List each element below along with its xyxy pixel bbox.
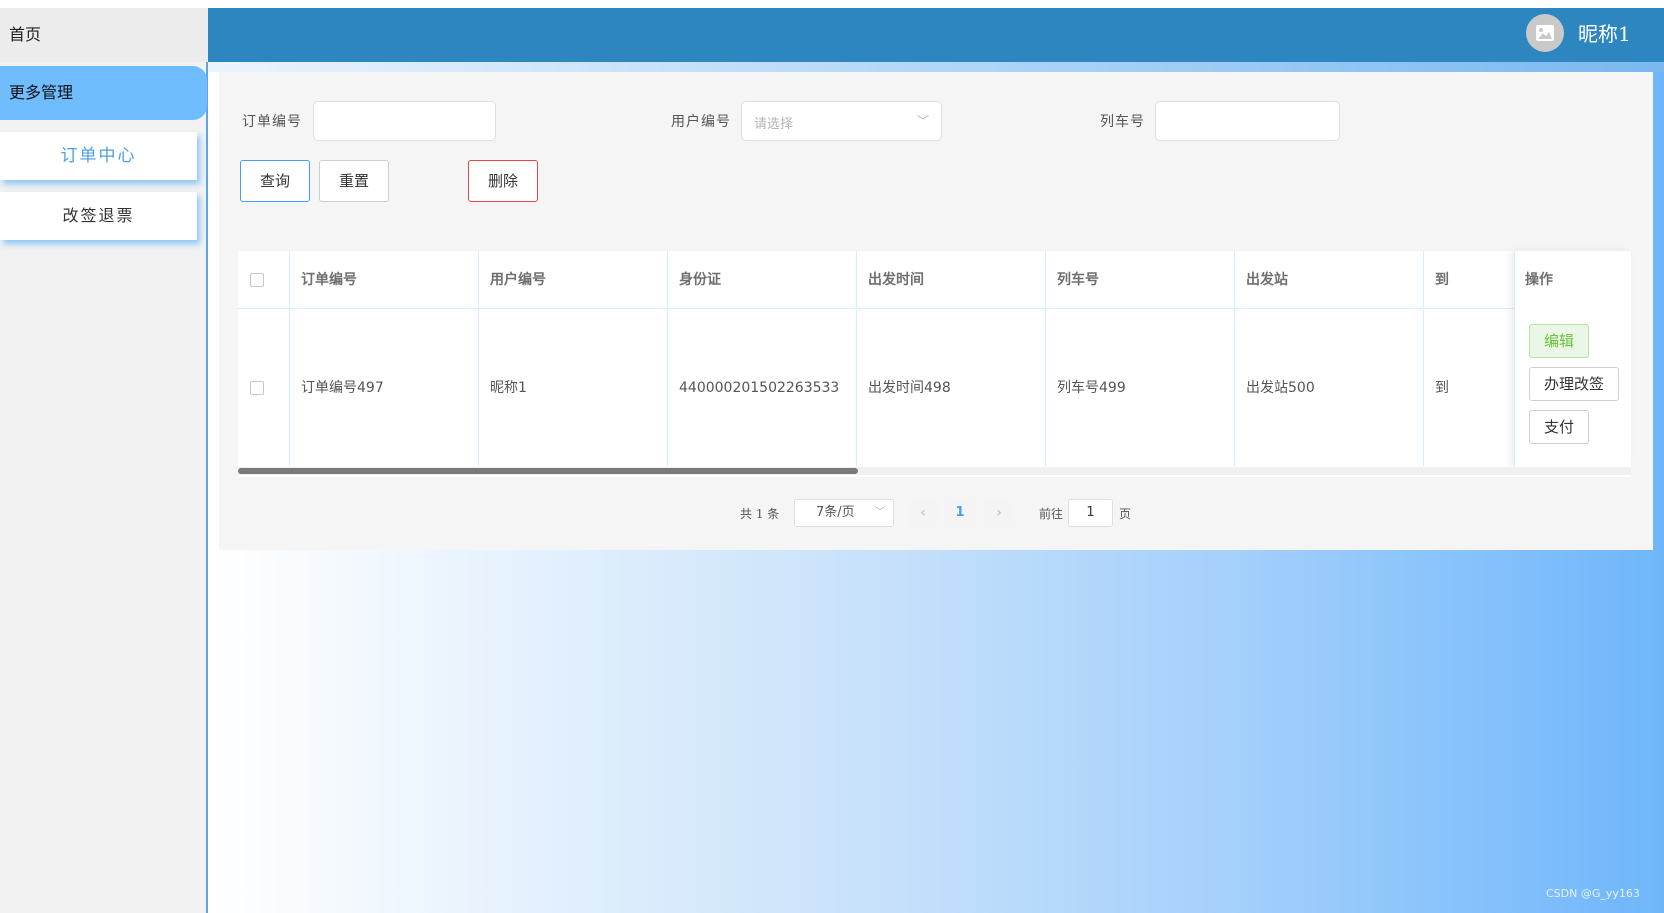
header-order-number[interactable]: 订单编号 (289, 251, 478, 308)
header-id-card[interactable]: 身份证 (667, 251, 856, 308)
select-all-checkbox[interactable] (250, 273, 264, 287)
table-header-row: 订单编号 用户编号 身份证 出发时间 列车号 出发站 到 (238, 251, 1631, 309)
next-page-button[interactable]: › (984, 499, 1014, 527)
change-ticket-button[interactable]: 办理改签 (1529, 367, 1619, 401)
orders-table: 订单编号 用户编号 身份证 出发时间 列车号 出发站 到 订单编号497 昵称1… (238, 251, 1631, 477)
user-number-select[interactable]: 请选择 ﹀ (741, 101, 942, 141)
top-bar: 昵称1 (208, 8, 1664, 62)
row-checkbox[interactable] (250, 381, 264, 395)
horizontal-scrollbar[interactable] (238, 467, 1631, 475)
train-number-input[interactable] (1155, 101, 1340, 141)
header-operations: 操作 (1525, 272, 1553, 288)
cell-arrival-station: 到 (1423, 310, 1514, 466)
page-number-1[interactable]: 1 (945, 499, 975, 527)
submenu-item-order-center[interactable]: 订单中心 (0, 132, 197, 180)
page-suffix-label: 页 (1119, 507, 1132, 521)
cell-order-number: 订单编号497 (289, 310, 478, 466)
cell-id-card: 440000201502263533 (667, 310, 856, 466)
page-size-value: 7条/页 (816, 505, 855, 520)
operations-column: 操作 编辑 办理改签 支付 (1514, 251, 1631, 467)
user-select-placeholder: 请选择 (754, 117, 794, 132)
edit-button[interactable]: 编辑 (1529, 324, 1589, 358)
order-number-label: 订单编号 (242, 114, 302, 130)
watermark: CSDN @G_yy163 (1546, 887, 1640, 900)
menu-item-more-management[interactable]: 更多管理 (0, 66, 207, 120)
scrollbar-thumb[interactable] (238, 468, 858, 474)
prev-page-button[interactable]: ‹ (908, 499, 938, 527)
goto-page-input[interactable]: 1 (1068, 499, 1113, 527)
select-all-cell (238, 251, 289, 308)
sidebar: 首页 更多管理 订单中心 改签退票 (0, 8, 208, 913)
cell-departure-time: 出发时间498 (856, 310, 1045, 466)
chevron-down-icon: ﹀ (916, 114, 929, 128)
image-icon (1536, 25, 1554, 41)
pay-button[interactable]: 支付 (1529, 410, 1589, 444)
header-departure-time[interactable]: 出发时间 (856, 251, 1045, 308)
header-departure-station[interactable]: 出发站 (1234, 251, 1423, 308)
header-train-number[interactable]: 列车号 (1045, 251, 1234, 308)
row-select-cell (238, 310, 289, 466)
cell-train-number: 列车号499 (1045, 310, 1234, 466)
header-strip (208, 62, 1664, 72)
pagination-total: 共 1 条 (740, 507, 780, 521)
cell-departure-station: 出发站500 (1234, 310, 1423, 466)
header-user-number[interactable]: 用户编号 (478, 251, 667, 308)
user-number-label: 用户编号 (671, 114, 731, 130)
query-button[interactable]: 查询 (240, 160, 310, 202)
submenu-item-change-refund[interactable]: 改签退票 (0, 192, 197, 240)
cell-user-number: 昵称1 (478, 310, 667, 466)
reset-button[interactable]: 重置 (319, 160, 389, 202)
header-arrival-station[interactable]: 到 (1423, 251, 1514, 308)
order-number-input[interactable] (313, 101, 496, 141)
delete-button[interactable]: 删除 (468, 160, 538, 202)
goto-label: 前往 (1039, 507, 1064, 521)
table-row: 订单编号497 昵称1 440000201502263533 出发时间498 列… (238, 310, 1631, 466)
avatar[interactable] (1526, 14, 1564, 52)
train-number-label: 列车号 (1100, 114, 1145, 130)
page-size-select[interactable]: 7条/页 ﹀ (794, 499, 894, 527)
user-nickname[interactable]: 昵称1 (1578, 18, 1631, 47)
menu-item-home[interactable]: 首页 (0, 8, 208, 62)
chevron-down-icon: ﹀ (875, 507, 885, 518)
